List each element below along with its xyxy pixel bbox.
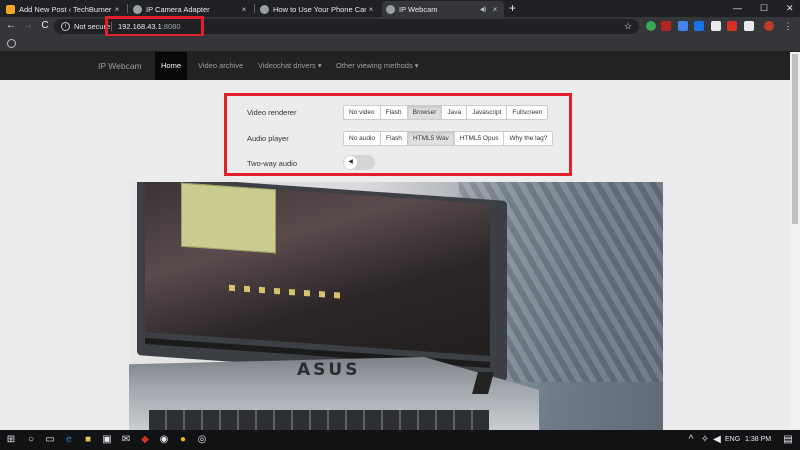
page-scrollbar-thumb[interactable] [792,54,798,224]
maximize-icon[interactable]: ☐ [760,1,768,15]
notifications-icon[interactable]: ▤ [781,433,795,447]
screen: Add New Post ‹ TechBurner — W × IP Camer… [0,0,800,450]
nav-videochat-drivers[interactable]: Videochat drivers ▾ [252,52,328,80]
laptop-brand-logo: ASUS [297,360,361,380]
globe-favicon-icon [133,4,142,14]
info-icon[interactable]: i [61,22,70,31]
tab-close-icon[interactable]: × [490,5,500,14]
tab-separator [254,4,255,13]
close-window-icon[interactable]: ✕ [786,1,794,15]
reload-icon[interactable]: C [39,20,51,32]
tab-title: How to Use Your Phone Camera [273,4,366,14]
tray-chevron-icon[interactable]: ^ [684,433,698,447]
tab-close-icon[interactable]: × [366,5,376,14]
tab-techburner[interactable]: Add New Post ‹ TechBurner — W × [2,1,126,17]
search-icon[interactable]: ○ [24,433,38,447]
tab-ip-camera-adapter[interactable]: IP Camera Adapter × [129,1,253,17]
extension-doc-icon[interactable] [678,21,688,31]
language-indicator[interactable]: ENG [725,435,740,445]
laptop-keyboard [149,410,489,430]
site-brand[interactable]: IP Webcam [98,60,142,72]
camera-app-icon[interactable]: ◉ [157,433,171,447]
chrome-icon[interactable]: ● [176,433,190,447]
globe-favicon-icon [386,4,395,14]
globe-favicon-icon [260,4,269,14]
file-explorer-icon[interactable]: ■ [81,433,95,447]
edge-icon[interactable]: e [62,433,76,447]
tab-close-icon[interactable]: × [239,5,249,14]
tab-how-to-use-phone-camera[interactable]: How to Use Your Phone Camera × [256,1,380,17]
tab-separator [127,4,128,13]
controls-highlight-box [224,93,572,176]
extension-pdf-icon[interactable] [727,21,737,31]
nav-video-archive[interactable]: Video archive [192,52,249,80]
volume-icon[interactable]: ◀ [710,433,724,447]
tab-close-icon[interactable]: × [112,5,122,14]
audio-playing-icon[interactable]: ◀) [476,6,490,13]
bookmark-bar [0,36,800,52]
nav-home[interactable]: Home [155,52,188,80]
minimize-icon[interactable]: — [733,1,742,15]
grammarly-extension-icon[interactable] [646,21,656,31]
tab-strip: Add New Post ‹ TechBurner — W × IP Camer… [0,0,800,17]
camera-feed[interactable]: ASUS [129,182,663,430]
more-menu-icon[interactable]: ⋮ [783,21,793,31]
extension-puzzle-icon[interactable] [744,21,754,31]
back-icon[interactable]: ← [5,20,17,32]
new-tab-button[interactable]: + [509,1,516,15]
tab-ip-webcam[interactable]: IP Webcam ◀) × [382,1,504,17]
mail-icon[interactable]: ✉ [119,433,133,447]
tab-title: Add New Post ‹ TechBurner — W [19,4,112,14]
techburner-favicon-icon [6,4,15,14]
extension-k-icon[interactable] [661,21,671,31]
windows-taskbar: ⊞ ○ ▭ e ■ ▣ ✉ ◆ ◉ ● ◎ ^ ✧ ◀ ENG 1:38 PM … [0,430,800,450]
forward-icon[interactable]: → [22,20,34,32]
apps-icon[interactable] [7,39,16,48]
tab-title: IP Webcam [399,4,438,14]
app-icon[interactable]: ◆ [138,433,152,447]
nav-other-viewing-methods[interactable]: Other viewing methods ▾ [330,52,425,80]
profile-avatar[interactable] [764,21,774,31]
extension-cast-icon[interactable] [694,21,704,31]
url-highlight-box [105,16,204,37]
bookmark-star-icon[interactable]: ☆ [624,20,632,32]
laptop-dialog-window [181,182,276,254]
taskbar-clock[interactable]: 1:38 PM [745,435,771,445]
site-navbar: IP Webcam Home Video archive Videochat d… [0,52,790,80]
extension-camera-icon[interactable] [711,21,721,31]
task-view-icon[interactable]: ▭ [43,433,57,447]
windows-start-icon[interactable]: ⊞ [4,433,18,447]
tab-title: IP Camera Adapter [146,4,210,14]
webcam-app-icon[interactable]: ◎ [195,433,209,447]
store-icon[interactable]: ▣ [100,433,114,447]
